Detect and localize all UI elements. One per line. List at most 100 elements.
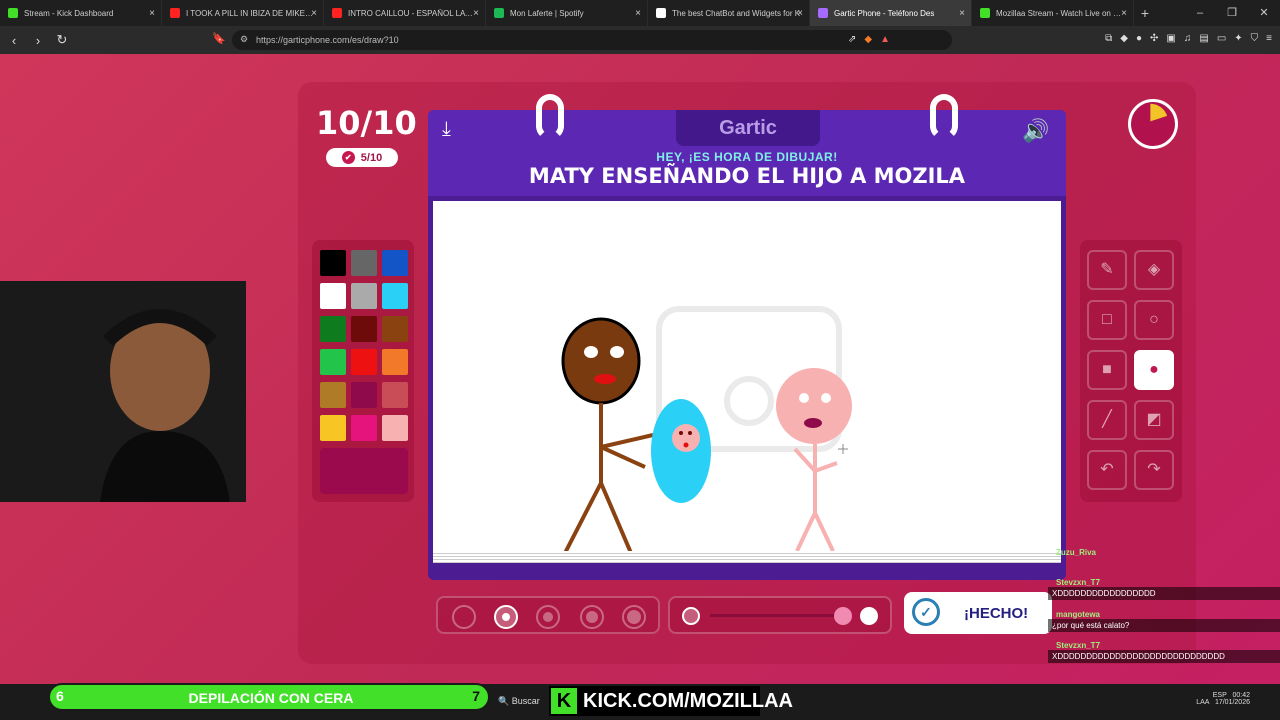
- browser-tab[interactable]: Mozillaa Stream - Watch Live on Kick ×: [972, 0, 1134, 26]
- shield-icon[interactable]: ◆: [864, 34, 872, 45]
- color-swatch[interactable]: [320, 250, 346, 276]
- color-swatch[interactable]: [382, 382, 408, 408]
- color-swatch[interactable]: [351, 250, 377, 276]
- music-icon[interactable]: ♫: [1184, 33, 1192, 44]
- tab-favicon-icon: [980, 8, 990, 18]
- address-bar[interactable]: ⚙ https://garticphone.com/es/draw?10 ⇗ ◆…: [232, 30, 952, 50]
- vpn-icon[interactable]: ⛉: [1251, 33, 1259, 44]
- back-icon[interactable]: ‹: [4, 33, 24, 48]
- minimize-icon[interactable]: –: [1184, 0, 1216, 26]
- share-icon[interactable]: ⇗: [848, 34, 856, 45]
- circle-outline-icon[interactable]: ○: [1134, 300, 1174, 340]
- tab-close-icon[interactable]: ×: [959, 8, 965, 19]
- extension-icon[interactable]: ◆: [1120, 33, 1128, 44]
- browser-tab[interactable]: Stream - Kick Dashboard ×: [0, 0, 162, 26]
- brush-size-5[interactable]: [622, 605, 646, 629]
- tab-close-icon[interactable]: ×: [635, 8, 641, 19]
- new-tab-icon[interactable]: +: [1134, 5, 1156, 21]
- browser-tab[interactable]: I TOOK A PILL IN IBIZA DE MIKE - Yo ×: [162, 0, 324, 26]
- color-swatch[interactable]: [351, 283, 377, 309]
- color-swatch[interactable]: [320, 382, 346, 408]
- brush-size-1[interactable]: [452, 605, 476, 629]
- system-tray: ESP 00:42 LAA 17/01/2026: [1196, 692, 1250, 706]
- kick-url: KICK.COM/MOZILLAA: [583, 690, 793, 712]
- tab-close-icon[interactable]: ×: [149, 8, 155, 19]
- draw-hint: HEY, ¡ES HORA DE DIBUJAR!: [656, 150, 838, 164]
- color-swatch[interactable]: [351, 316, 377, 342]
- color-swatch[interactable]: [351, 349, 377, 375]
- tab-close-icon[interactable]: ×: [311, 8, 317, 19]
- tab-favicon-icon: [818, 8, 828, 18]
- brush-size-4[interactable]: [580, 605, 604, 629]
- brush-size-2[interactable]: [494, 605, 518, 629]
- rectangle-outline-icon[interactable]: □: [1087, 300, 1127, 340]
- color-swatch[interactable]: [382, 349, 408, 375]
- redo-icon[interactable]: ↷: [1134, 450, 1174, 490]
- bookmark-icon[interactable]: 🔖: [212, 32, 226, 45]
- ai-icon[interactable]: ✦: [1234, 33, 1242, 44]
- menu-icon[interactable]: ≡: [1266, 33, 1272, 44]
- browser-tab[interactable]: Gartic Phone - Teléfono Des ×: [810, 0, 972, 26]
- lang-indicator-2[interactable]: LAA: [1196, 699, 1209, 706]
- restore-icon[interactable]: ❐: [1216, 0, 1248, 26]
- drawing-svg: [561, 306, 852, 554]
- tab-label: Mon Laferte | Spotify: [510, 8, 584, 18]
- tab-label: Gartic Phone - Teléfono Des: [834, 8, 935, 18]
- color-swatch[interactable]: [351, 382, 377, 408]
- brave-rewards-icon[interactable]: ▲: [880, 34, 890, 45]
- binder-ring-left: [536, 94, 564, 140]
- chat-username: Stevzxn_T7: [1056, 641, 1101, 650]
- tab-close-icon[interactable]: ×: [1121, 8, 1127, 19]
- tab-close-icon[interactable]: ×: [797, 8, 803, 19]
- opacity-track[interactable]: [710, 614, 844, 617]
- speaker-icon[interactable]: 🔊: [1022, 118, 1049, 144]
- color-swatch[interactable]: [320, 415, 346, 441]
- eraser-icon[interactable]: ◈: [1134, 250, 1174, 290]
- rectangle-fill-icon[interactable]: ■: [1087, 350, 1127, 390]
- brush-size-selector: [436, 596, 660, 634]
- opacity-thumb[interactable]: [834, 607, 852, 625]
- crosshair-cursor: [838, 444, 848, 454]
- browser-tab[interactable]: INTRO CAILLOU - ESPAÑOL LATINO ×: [324, 0, 486, 26]
- translate-icon[interactable]: ⧉: [1105, 33, 1112, 44]
- wallet-icon[interactable]: ▭: [1217, 33, 1226, 44]
- forward-icon[interactable]: ›: [28, 33, 48, 48]
- circle-fill-icon[interactable]: ●: [1134, 350, 1174, 390]
- color-swatch[interactable]: [382, 316, 408, 342]
- done-button[interactable]: ✓ ¡HECHO!: [904, 592, 1052, 634]
- chat-text: XDDDDDDDDDDDDDDDDDDDDDDDDDDDDD: [1048, 650, 1280, 663]
- lang-indicator[interactable]: ESP: [1213, 692, 1227, 699]
- done-check-icon: ✓: [912, 598, 940, 626]
- taskbar-search-label: Buscar: [511, 696, 540, 706]
- color-swatch[interactable]: [382, 415, 408, 441]
- browser-tab[interactable]: Mon Laferte | Spotify ×: [486, 0, 648, 26]
- screenshot-icon[interactable]: ▣: [1166, 33, 1175, 44]
- tab-close-icon[interactable]: ×: [473, 8, 479, 19]
- extensions-area: ⧉ ◆ ● ✣ ▣ ♫ ▤ ▭ ✦ ⛉ ≡: [1105, 33, 1272, 44]
- color-swatch[interactable]: [382, 283, 408, 309]
- pencil-icon[interactable]: ✎: [1087, 250, 1127, 290]
- tab-label: I TOOK A PILL IN IBIZA DE MIKE - Yo: [186, 8, 315, 18]
- taskbar-search[interactable]: 🔍 Buscar: [498, 696, 540, 707]
- timer-elapsed-wedge: [1150, 103, 1168, 122]
- reload-icon[interactable]: ↻: [52, 32, 72, 48]
- extension-icon[interactable]: ●: [1136, 33, 1142, 44]
- site-info-icon[interactable]: ⚙: [240, 34, 248, 45]
- color-swatch[interactable]: [382, 250, 408, 276]
- close-window-icon[interactable]: ✕: [1248, 0, 1280, 26]
- line-icon[interactable]: ╱: [1087, 400, 1127, 440]
- color-swatch[interactable]: [320, 283, 346, 309]
- sidebar-icon[interactable]: ▤: [1199, 33, 1208, 44]
- color-swatch[interactable]: [320, 349, 346, 375]
- brush-size-3[interactable]: [536, 605, 560, 629]
- undo-icon[interactable]: ↶: [1087, 450, 1127, 490]
- puzzle-icon[interactable]: ✣: [1150, 33, 1158, 44]
- download-icon[interactable]: ⤓: [442, 118, 451, 141]
- current-color-swatch[interactable]: [320, 448, 408, 494]
- bucket-icon[interactable]: ◩: [1134, 400, 1174, 440]
- color-swatch[interactable]: [320, 316, 346, 342]
- drawing-canvas[interactable]: [433, 201, 1061, 554]
- chat-username: Zuzu_Riva: [1056, 548, 1097, 557]
- browser-tab[interactable]: The best ChatBot and Widgets for K ×: [648, 0, 810, 26]
- color-swatch[interactable]: [351, 415, 377, 441]
